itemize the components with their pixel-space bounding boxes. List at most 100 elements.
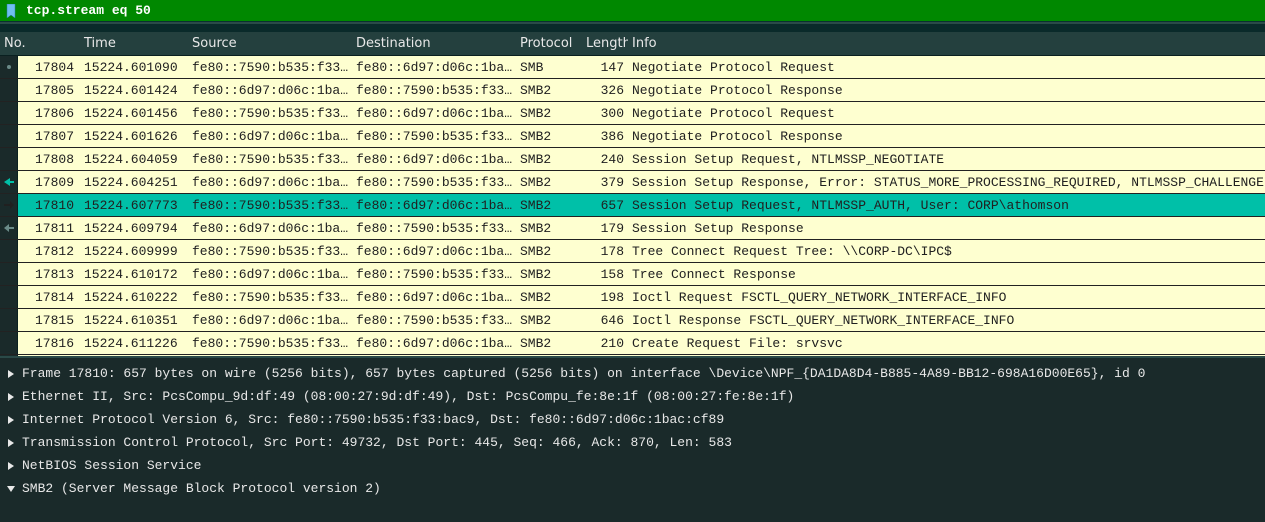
cell-time: 15224.610351 bbox=[80, 313, 188, 328]
cell-protocol: SMB2 bbox=[516, 221, 582, 236]
cell-info: Tree Connect Request Tree: \\CORP-DC\IPC… bbox=[628, 244, 1265, 259]
cell-destination: fe80::7590:b535:f33… bbox=[352, 313, 516, 328]
chevron-right-icon[interactable] bbox=[4, 461, 18, 471]
chevron-right-icon[interactable] bbox=[4, 392, 18, 402]
cell-source: fe80::6d97:d06c:1ba… bbox=[188, 221, 352, 236]
cell-protocol: SMB2 bbox=[516, 313, 582, 328]
packet-list[interactable]: 1780415224.601090fe80::7590:b535:f33…fe8… bbox=[0, 56, 1265, 356]
tree-item[interactable]: SMB2 (Server Message Block Protocol vers… bbox=[4, 477, 1265, 500]
cell-destination: fe80::6d97:d06c:1ba… bbox=[352, 106, 516, 121]
cell-length: 657 bbox=[582, 198, 628, 213]
cell-no: 17805 bbox=[18, 83, 80, 98]
cell-source: fe80::7590:b535:f33… bbox=[188, 290, 352, 305]
cell-protocol: SMB2 bbox=[516, 129, 582, 144]
cell-no: 17811 bbox=[18, 221, 80, 236]
cell-no: 17815 bbox=[18, 313, 80, 328]
cell-info: Negotiate Protocol Request bbox=[628, 60, 1265, 75]
cell-time: 15224.604059 bbox=[80, 152, 188, 167]
packet-row[interactable]: 1780615224.601456fe80::7590:b535:f33…fe8… bbox=[0, 102, 1265, 125]
tree-item[interactable]: Frame 17810: 657 bytes on wire (5256 bit… bbox=[4, 362, 1265, 385]
cell-time: 15224.609794 bbox=[80, 221, 188, 236]
cell-info: Create Request File: srvsvc bbox=[628, 336, 1265, 351]
packet-row[interactable]: 1781615224.611226fe80::7590:b535:f33…fe8… bbox=[0, 332, 1265, 355]
cell-destination: fe80::6d97:d06c:1ba… bbox=[352, 244, 516, 259]
packet-marker-icon bbox=[0, 148, 18, 170]
cell-no: 17806 bbox=[18, 106, 80, 121]
cell-destination: fe80::6d97:d06c:1ba… bbox=[352, 290, 516, 305]
cell-no: 17809 bbox=[18, 175, 80, 190]
tree-item[interactable]: Ethernet II, Src: PcsCompu_9d:df:49 (08:… bbox=[4, 385, 1265, 408]
packet-row[interactable]: 1781415224.610222fe80::7590:b535:f33…fe8… bbox=[0, 286, 1265, 309]
cell-no: 17816 bbox=[18, 336, 80, 351]
cell-no: 17810 bbox=[18, 198, 80, 213]
cell-protocol: SMB2 bbox=[516, 290, 582, 305]
tree-item-label: NetBIOS Session Service bbox=[18, 458, 201, 473]
packet-row[interactable]: 1781015224.607773fe80::7590:b535:f33…fe8… bbox=[0, 194, 1265, 217]
column-header-source[interactable]: Source bbox=[188, 34, 352, 53]
cell-info: Tree Connect Response bbox=[628, 267, 1265, 282]
cell-no: 17807 bbox=[18, 129, 80, 144]
packet-row[interactable]: 1780815224.604059fe80::7590:b535:f33…fe8… bbox=[0, 148, 1265, 171]
packet-details-pane[interactable]: Frame 17810: 657 bytes on wire (5256 bit… bbox=[0, 356, 1265, 522]
cell-protocol: SMB2 bbox=[516, 83, 582, 98]
packet-row[interactable]: 1780515224.601424fe80::6d97:d06c:1ba…fe8… bbox=[0, 79, 1265, 102]
cell-source: fe80::6d97:d06c:1ba… bbox=[188, 313, 352, 328]
chevron-down-icon[interactable] bbox=[4, 484, 18, 494]
packet-row[interactable]: 1780915224.604251fe80::6d97:d06c:1ba…fe8… bbox=[0, 171, 1265, 194]
packet-row[interactable]: 1781215224.609999fe80::7590:b535:f33…fe8… bbox=[0, 240, 1265, 263]
column-header-time[interactable]: Time bbox=[80, 34, 188, 53]
toolbar-divider bbox=[0, 22, 1265, 32]
column-header-info[interactable]: Info bbox=[628, 34, 1265, 53]
cell-destination: fe80::7590:b535:f33… bbox=[352, 129, 516, 144]
packet-marker-icon bbox=[0, 125, 18, 147]
cell-destination: fe80::6d97:d06c:1ba… bbox=[352, 60, 516, 75]
cell-destination: fe80::7590:b535:f33… bbox=[352, 221, 516, 236]
bookmark-icon[interactable] bbox=[4, 4, 18, 18]
tree-item[interactable]: Internet Protocol Version 6, Src: fe80::… bbox=[4, 408, 1265, 431]
cell-info: Negotiate Protocol Response bbox=[628, 83, 1265, 98]
cell-time: 15224.601090 bbox=[80, 60, 188, 75]
cell-length: 300 bbox=[582, 106, 628, 121]
packet-row[interactable]: 1781515224.610351fe80::6d97:d06c:1ba…fe8… bbox=[0, 309, 1265, 332]
cell-time: 15224.610222 bbox=[80, 290, 188, 305]
cell-info: Session Setup Request, NTLMSSP_AUTH, Use… bbox=[628, 198, 1265, 213]
cell-length: 178 bbox=[582, 244, 628, 259]
tree-item[interactable]: Transmission Control Protocol, Src Port:… bbox=[4, 431, 1265, 454]
packet-marker-icon bbox=[0, 171, 18, 193]
column-header-no[interactable]: No. bbox=[0, 34, 80, 53]
cell-source: fe80::6d97:d06c:1ba… bbox=[188, 83, 352, 98]
packet-marker-icon bbox=[0, 194, 18, 216]
packet-marker-icon bbox=[0, 332, 18, 354]
cell-destination: fe80::6d97:d06c:1ba… bbox=[352, 336, 516, 351]
column-header-length[interactable]: Length bbox=[582, 34, 628, 53]
packet-row[interactable]: 1781115224.609794fe80::6d97:d06c:1ba…fe8… bbox=[0, 217, 1265, 240]
cell-no: 17812 bbox=[18, 244, 80, 259]
tree-item-label: Ethernet II, Src: PcsCompu_9d:df:49 (08:… bbox=[18, 389, 794, 404]
display-filter-bar bbox=[0, 0, 1265, 22]
tree-item-label: Frame 17810: 657 bytes on wire (5256 bit… bbox=[18, 366, 1145, 381]
cell-protocol: SMB bbox=[516, 60, 582, 75]
chevron-right-icon[interactable] bbox=[4, 415, 18, 425]
column-header-protocol[interactable]: Protocol bbox=[516, 34, 582, 53]
cell-info: Negotiate Protocol Request bbox=[628, 106, 1265, 121]
packet-marker-icon bbox=[0, 102, 18, 124]
packet-row[interactable]: 1781315224.610172fe80::6d97:d06c:1ba…fe8… bbox=[0, 263, 1265, 286]
cell-destination: fe80::6d97:d06c:1ba… bbox=[352, 152, 516, 167]
cell-no: 17808 bbox=[18, 152, 80, 167]
cell-length: 147 bbox=[582, 60, 628, 75]
chevron-right-icon[interactable] bbox=[4, 369, 18, 379]
column-header-destination[interactable]: Destination bbox=[352, 34, 516, 53]
cell-time: 15224.609999 bbox=[80, 244, 188, 259]
tree-item[interactable]: NetBIOS Session Service bbox=[4, 454, 1265, 477]
chevron-right-icon[interactable] bbox=[4, 438, 18, 448]
cell-info: Session Setup Request, NTLMSSP_NEGOTIATE bbox=[628, 152, 1265, 167]
tree-item-label: SMB2 (Server Message Block Protocol vers… bbox=[18, 481, 381, 496]
cell-source: fe80::7590:b535:f33… bbox=[188, 244, 352, 259]
packet-row[interactable]: 1780715224.601626fe80::6d97:d06c:1ba…fe8… bbox=[0, 125, 1265, 148]
cell-info: Session Setup Response bbox=[628, 221, 1265, 236]
cell-destination: fe80::7590:b535:f33… bbox=[352, 267, 516, 282]
display-filter-input[interactable] bbox=[22, 1, 1265, 20]
packet-row[interactable]: 1780415224.601090fe80::7590:b535:f33…fe8… bbox=[0, 56, 1265, 79]
cell-source: fe80::6d97:d06c:1ba… bbox=[188, 129, 352, 144]
cell-info: Ioctl Response FSCTL_QUERY_NETWORK_INTER… bbox=[628, 313, 1265, 328]
